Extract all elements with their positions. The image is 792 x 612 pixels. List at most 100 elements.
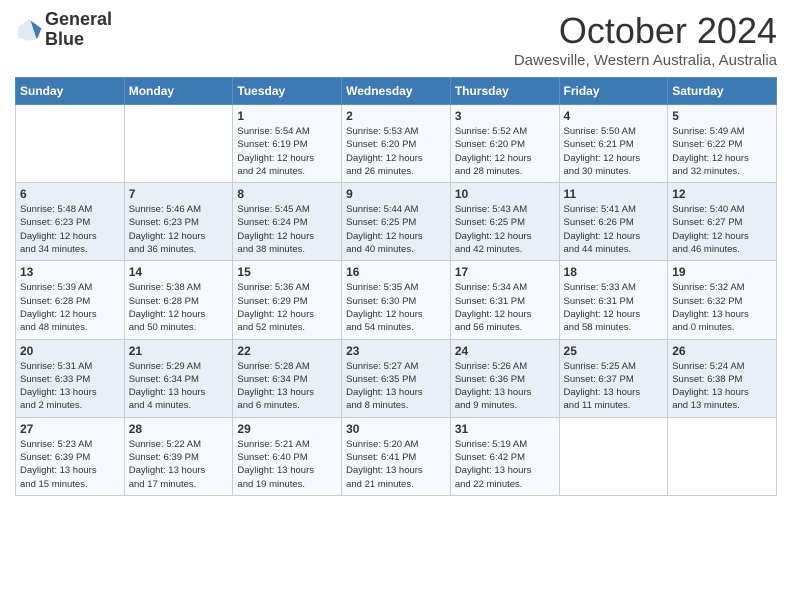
day-info: Sunrise: 5:36 AM Sunset: 6:29 PM Dayligh… bbox=[237, 281, 337, 334]
calendar-cell: 14Sunrise: 5:38 AM Sunset: 6:28 PM Dayli… bbox=[124, 261, 233, 339]
day-info: Sunrise: 5:20 AM Sunset: 6:41 PM Dayligh… bbox=[346, 438, 446, 491]
header-saturday: Saturday bbox=[668, 78, 777, 105]
calendar-body: 1 Sunrise: 5:54 AM Sunset: 6:19 PM Daylig… bbox=[16, 105, 777, 496]
calendar-cell: 13 Sunrise: 5:39 AM Sunset: 6:28 PM Dayli… bbox=[16, 261, 125, 339]
day-info: Sunrise: 5:46 AM Sunset: 6:23 PM Dayligh… bbox=[129, 203, 229, 256]
day-info: Sunrise: 5:45 AM Sunset: 6:24 PM Dayligh… bbox=[237, 203, 337, 256]
day-info: Sunrise: 5:43 AM Sunset: 6:25 PM Dayligh… bbox=[455, 203, 555, 256]
day-info: Sunrise: 5:38 AM Sunset: 6:28 PM Dayligh… bbox=[129, 281, 229, 334]
day-number: 28 bbox=[129, 422, 229, 436]
day-number: 16 bbox=[346, 265, 446, 279]
calendar-cell: 28 Sunrise: 5:22 AM Sunset: 6:39 PM Dayli… bbox=[124, 417, 233, 495]
day-info: Sunrise: 5:27 AM Sunset: 6:35 PM Dayligh… bbox=[346, 360, 446, 413]
header-wednesday: Wednesday bbox=[342, 78, 451, 105]
calendar-cell: 18Sunrise: 5:33 AM Sunset: 6:31 PM Dayli… bbox=[559, 261, 668, 339]
location-subtitle: Dawesville, Western Australia, Australia bbox=[514, 52, 777, 69]
day-info: Sunrise: 5:35 AM Sunset: 6:30 PM Dayligh… bbox=[346, 281, 446, 334]
day-info: Sunrise: 5:39 AM Sunset: 6:28 PM Dayligh… bbox=[20, 281, 120, 334]
day-info: Sunrise: 5:32 AM Sunset: 6:32 PM Dayligh… bbox=[672, 281, 772, 334]
day-number: 31 bbox=[455, 422, 555, 436]
calendar-week-4: 20 Sunrise: 5:31 AM Sunset: 6:33 PM Dayli… bbox=[16, 339, 777, 417]
day-number: 10 bbox=[455, 187, 555, 201]
day-info: Sunrise: 5:52 AM Sunset: 6:20 PM Dayligh… bbox=[455, 125, 555, 178]
day-number: 7 bbox=[129, 187, 229, 201]
calendar-cell: 16 Sunrise: 5:35 AM Sunset: 6:30 PM Dayli… bbox=[342, 261, 451, 339]
day-number: 2 bbox=[346, 109, 446, 123]
day-number: 5 bbox=[672, 109, 772, 123]
day-number: 6 bbox=[20, 187, 120, 201]
day-info: Sunrise: 5:54 AM Sunset: 6:19 PM Dayligh… bbox=[237, 125, 337, 178]
calendar-cell: 23Sunrise: 5:27 AM Sunset: 6:35 PM Dayli… bbox=[342, 339, 451, 417]
calendar-cell: 3Sunrise: 5:52 AM Sunset: 6:20 PM Daylig… bbox=[450, 105, 559, 183]
page-header: General Blue October 2024 Dawesville, We… bbox=[15, 10, 777, 69]
day-number: 25 bbox=[564, 344, 664, 358]
day-info: Sunrise: 5:25 AM Sunset: 6:37 PM Dayligh… bbox=[564, 360, 664, 413]
calendar-cell: 22 Sunrise: 5:28 AM Sunset: 6:34 PM Dayli… bbox=[233, 339, 342, 417]
calendar-table: Sunday Monday Tuesday Wednesday Thursday… bbox=[15, 77, 777, 496]
header-monday: Monday bbox=[124, 78, 233, 105]
header-thursday: Thursday bbox=[450, 78, 559, 105]
calendar-week-3: 13 Sunrise: 5:39 AM Sunset: 6:28 PM Dayli… bbox=[16, 261, 777, 339]
calendar-cell bbox=[559, 417, 668, 495]
calendar-cell: 7 Sunrise: 5:46 AM Sunset: 6:23 PM Daylig… bbox=[124, 183, 233, 261]
day-number: 12 bbox=[672, 187, 772, 201]
calendar-cell: 24Sunrise: 5:26 AM Sunset: 6:36 PM Dayli… bbox=[450, 339, 559, 417]
day-info: Sunrise: 5:48 AM Sunset: 6:23 PM Dayligh… bbox=[20, 203, 120, 256]
day-info: Sunrise: 5:21 AM Sunset: 6:40 PM Dayligh… bbox=[237, 438, 337, 491]
day-number: 1 bbox=[237, 109, 337, 123]
day-info: Sunrise: 5:53 AM Sunset: 6:20 PM Dayligh… bbox=[346, 125, 446, 178]
day-info: Sunrise: 5:40 AM Sunset: 6:27 PM Dayligh… bbox=[672, 203, 772, 256]
calendar-cell: 10 Sunrise: 5:43 AM Sunset: 6:25 PM Dayli… bbox=[450, 183, 559, 261]
calendar-cell: 30Sunrise: 5:20 AM Sunset: 6:41 PM Dayli… bbox=[342, 417, 451, 495]
day-number: 20 bbox=[20, 344, 120, 358]
calendar-cell: 11 Sunrise: 5:41 AM Sunset: 6:26 PM Dayli… bbox=[559, 183, 668, 261]
day-number: 15 bbox=[237, 265, 337, 279]
day-info: Sunrise: 5:28 AM Sunset: 6:34 PM Dayligh… bbox=[237, 360, 337, 413]
day-number: 13 bbox=[20, 265, 120, 279]
header-tuesday: Tuesday bbox=[233, 78, 342, 105]
title-block: October 2024 Dawesville, Western Austral… bbox=[514, 10, 777, 69]
calendar-cell: 1 Sunrise: 5:54 AM Sunset: 6:19 PM Daylig… bbox=[233, 105, 342, 183]
day-number: 24 bbox=[455, 344, 555, 358]
header-sunday: Sunday bbox=[16, 78, 125, 105]
day-number: 9 bbox=[346, 187, 446, 201]
calendar-week-1: 1 Sunrise: 5:54 AM Sunset: 6:19 PM Daylig… bbox=[16, 105, 777, 183]
calendar-week-5: 27 Sunrise: 5:23 AM Sunset: 6:39 PM Dayli… bbox=[16, 417, 777, 495]
day-number: 27 bbox=[20, 422, 120, 436]
calendar-cell: 25 Sunrise: 5:25 AM Sunset: 6:37 PM Dayli… bbox=[559, 339, 668, 417]
day-info: Sunrise: 5:41 AM Sunset: 6:26 PM Dayligh… bbox=[564, 203, 664, 256]
logo-icon bbox=[15, 16, 43, 44]
calendar-header: Sunday Monday Tuesday Wednesday Thursday… bbox=[16, 78, 777, 105]
day-number: 11 bbox=[564, 187, 664, 201]
header-row: Sunday Monday Tuesday Wednesday Thursday… bbox=[16, 78, 777, 105]
day-info: Sunrise: 5:22 AM Sunset: 6:39 PM Dayligh… bbox=[129, 438, 229, 491]
day-number: 22 bbox=[237, 344, 337, 358]
day-number: 29 bbox=[237, 422, 337, 436]
day-info: Sunrise: 5:19 AM Sunset: 6:42 PM Dayligh… bbox=[455, 438, 555, 491]
calendar-cell: 12 Sunrise: 5:40 AM Sunset: 6:27 PM Dayli… bbox=[668, 183, 777, 261]
calendar-cell: 26Sunrise: 5:24 AM Sunset: 6:38 PM Dayli… bbox=[668, 339, 777, 417]
calendar-cell bbox=[668, 417, 777, 495]
calendar-cell bbox=[16, 105, 125, 183]
header-friday: Friday bbox=[559, 78, 668, 105]
day-info: Sunrise: 5:50 AM Sunset: 6:21 PM Dayligh… bbox=[564, 125, 664, 178]
calendar-cell: 29 Sunrise: 5:21 AM Sunset: 6:40 PM Dayli… bbox=[233, 417, 342, 495]
day-number: 19 bbox=[672, 265, 772, 279]
day-info: Sunrise: 5:23 AM Sunset: 6:39 PM Dayligh… bbox=[20, 438, 120, 491]
calendar-cell: 19 Sunrise: 5:32 AM Sunset: 6:32 PM Dayli… bbox=[668, 261, 777, 339]
calendar-cell: 8Sunrise: 5:45 AM Sunset: 6:24 PM Daylig… bbox=[233, 183, 342, 261]
calendar-cell: 5 Sunrise: 5:49 AM Sunset: 6:22 PM Daylig… bbox=[668, 105, 777, 183]
calendar-cell: 17Sunrise: 5:34 AM Sunset: 6:31 PM Dayli… bbox=[450, 261, 559, 339]
day-info: Sunrise: 5:31 AM Sunset: 6:33 PM Dayligh… bbox=[20, 360, 120, 413]
logo: General Blue bbox=[15, 10, 112, 50]
day-info: Sunrise: 5:49 AM Sunset: 6:22 PM Dayligh… bbox=[672, 125, 772, 178]
day-number: 4 bbox=[564, 109, 664, 123]
calendar-cell: 27 Sunrise: 5:23 AM Sunset: 6:39 PM Dayli… bbox=[16, 417, 125, 495]
calendar-week-2: 6 Sunrise: 5:48 AM Sunset: 6:23 PM Daylig… bbox=[16, 183, 777, 261]
calendar-cell: 9Sunrise: 5:44 AM Sunset: 6:25 PM Daylig… bbox=[342, 183, 451, 261]
calendar-cell: 4 Sunrise: 5:50 AM Sunset: 6:21 PM Daylig… bbox=[559, 105, 668, 183]
logo-text: General Blue bbox=[45, 10, 112, 50]
day-number: 26 bbox=[672, 344, 772, 358]
calendar-cell: 20 Sunrise: 5:31 AM Sunset: 6:33 PM Dayli… bbox=[16, 339, 125, 417]
day-info: Sunrise: 5:34 AM Sunset: 6:31 PM Dayligh… bbox=[455, 281, 555, 334]
